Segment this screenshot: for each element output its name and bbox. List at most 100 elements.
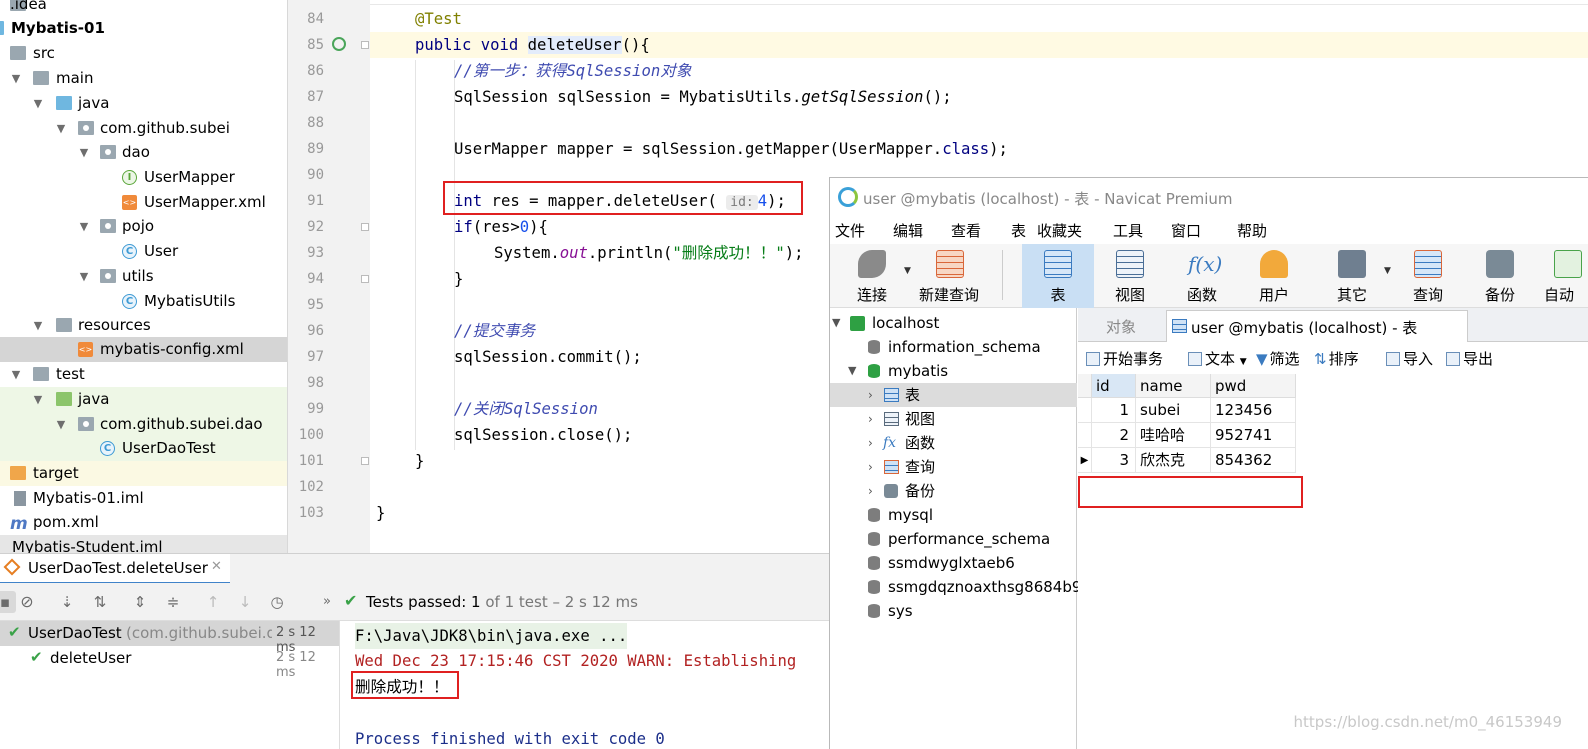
chevron-down-icon[interactable]: ▼ xyxy=(10,362,22,387)
query-button[interactable]: 查询 xyxy=(1392,244,1464,308)
arrow-up-icon[interactable]: ↑ xyxy=(202,591,224,613)
test-row-class[interactable]: ✔ UserDaoTest (com.github.subei.da 2 s 1… xyxy=(0,621,339,655)
tree-item-pom[interactable]: m pom.xml xyxy=(0,510,287,535)
function-button[interactable]: f(x) 函数 xyxy=(1166,244,1238,308)
automation-button[interactable]: 自动 xyxy=(1534,244,1588,308)
chevron-down-icon[interactable]: ▼ xyxy=(10,66,22,91)
tree-item-idea[interactable]: .idea xyxy=(0,0,287,17)
node-queries[interactable]: › 查询 xyxy=(830,455,1077,479)
node-tables[interactable]: › 表 xyxy=(830,383,1077,407)
run-tab[interactable]: UserDaoTest.deleteUser ✕ xyxy=(0,554,230,584)
tab-objects[interactable]: 对象 xyxy=(1106,316,1136,337)
cell[interactable]: subei xyxy=(1136,398,1211,423)
tab-user-table[interactable]: user @mybatis (localhost) - 表 xyxy=(1166,310,1468,342)
db-performance-schema[interactable]: performance_schema xyxy=(830,527,1077,551)
tree-item-src[interactable]: src xyxy=(0,41,287,66)
tree-item-target[interactable]: target xyxy=(0,461,287,486)
chevron-down-icon[interactable]: ▼ xyxy=(1384,266,1391,276)
chevron-down-icon[interactable]: ▼ xyxy=(55,412,67,437)
sort-alpha-icon[interactable]: ⇣ xyxy=(56,591,78,613)
column-header-id[interactable]: id xyxy=(1092,374,1136,398)
menu-file[interactable]: 文件 xyxy=(835,220,865,241)
db-sys[interactable]: sys xyxy=(830,599,1077,623)
menu-favorites[interactable]: 收藏夹 xyxy=(1037,220,1082,241)
chevron-right-icon[interactable]: › xyxy=(868,455,873,479)
cell[interactable]: 3 xyxy=(1092,448,1136,473)
collapse-all-icon[interactable]: ≑ xyxy=(162,591,184,613)
export-button[interactable]: 导出 xyxy=(1446,348,1493,369)
tree-item-pojo[interactable]: ▼ pojo xyxy=(0,214,287,239)
view-button[interactable]: 视图 xyxy=(1094,244,1166,308)
run-test-icon[interactable] xyxy=(332,37,346,51)
menu-help[interactable]: 帮助 xyxy=(1237,220,1267,241)
backup-button[interactable]: 备份 xyxy=(1464,244,1536,308)
db-ssmgdqznoaxthsg8684b9[interactable]: ssmgdqznoaxthsg8684b9 xyxy=(830,575,1081,599)
close-icon[interactable]: ✕ xyxy=(211,559,222,574)
tree-item-main[interactable]: ▼ main xyxy=(0,66,287,91)
new-query-button[interactable]: 新建查询 xyxy=(912,244,986,308)
filter-button[interactable]: ▼ 筛选 xyxy=(1256,348,1300,369)
show-ignored-icon[interactable]: ⊘ xyxy=(16,591,38,613)
menu-view[interactable]: 查看 xyxy=(951,220,981,241)
chevron-down-icon[interactable]: ▼ xyxy=(78,140,90,165)
stop-icon[interactable]: ▪ xyxy=(0,591,16,613)
chevron-down-icon[interactable]: ▼ xyxy=(55,116,67,141)
cell[interactable]: 854362 xyxy=(1211,448,1296,473)
node-views[interactable]: › 视图 xyxy=(830,407,1077,431)
tree-item-dao[interactable]: ▼ dao xyxy=(0,140,287,165)
fold-icon[interactable] xyxy=(361,457,369,465)
test-row-method[interactable]: ✔ deleteUser 2 s 12 ms xyxy=(0,646,339,680)
menu-window[interactable]: 窗口 xyxy=(1171,220,1201,241)
chevron-down-icon[interactable]: ▼ xyxy=(832,311,840,335)
cell[interactable]: 哇哈哈 xyxy=(1136,423,1211,448)
tree-item-user[interactable]: C User xyxy=(0,239,287,264)
connect-button[interactable]: 连接 xyxy=(836,244,908,308)
db-mybatis[interactable]: ▼ mybatis xyxy=(830,359,1077,383)
menu-edit[interactable]: 编辑 xyxy=(893,220,923,241)
menu-table[interactable]: 表 xyxy=(1011,220,1026,241)
text-button[interactable]: 文本 ▼ xyxy=(1188,348,1247,369)
chevron-down-icon[interactable]: ▼ xyxy=(32,91,44,116)
history-icon[interactable]: ◷ xyxy=(266,591,288,613)
cell[interactable]: 1 xyxy=(1092,398,1136,423)
menu-tools[interactable]: 工具 xyxy=(1113,220,1143,241)
tree-item-resources[interactable]: ▼ resources xyxy=(0,313,287,338)
arrow-down-icon[interactable]: ↓ xyxy=(234,591,256,613)
chevron-down-icon[interactable]: ▼ xyxy=(848,359,856,383)
fold-icon[interactable] xyxy=(361,223,369,231)
chevron-right-icon[interactable]: › xyxy=(868,383,873,407)
expand-all-icon[interactable]: ⇕ xyxy=(129,591,151,613)
chevron-down-icon[interactable]: ▼ xyxy=(904,266,911,276)
chevron-right-icon[interactable]: › xyxy=(868,479,873,503)
chevron-down-icon[interactable]: ▼ xyxy=(78,264,90,289)
db-mysql[interactable]: mysql xyxy=(830,503,1077,527)
db-ssmdwyglxtaeb6[interactable]: ssmdwyglxtaeb6 xyxy=(830,551,1077,575)
column-header-name[interactable]: name xyxy=(1136,374,1211,398)
tree-item-iml[interactable]: Mybatis-01.iml xyxy=(0,486,287,511)
chevron-right-icon[interactable]: › xyxy=(868,407,873,431)
cell[interactable]: 2 xyxy=(1092,423,1136,448)
node-backups[interactable]: › 备份 xyxy=(830,479,1077,503)
tree-item-mybatisutils[interactable]: C MybatisUtils xyxy=(0,289,287,314)
chevron-down-icon[interactable]: ▼ xyxy=(32,387,44,412)
tree-item-main-java[interactable]: ▼ java xyxy=(0,91,287,116)
begin-transaction-button[interactable]: 开始事务 xyxy=(1086,348,1163,369)
tree-item-package-subei[interactable]: ▼ com.github.subei xyxy=(0,116,287,141)
tree-item-test[interactable]: ▼ test xyxy=(0,362,287,387)
cell[interactable]: 952741 xyxy=(1211,423,1296,448)
tree-item-student-iml[interactable]: Mybatis-Student.iml xyxy=(0,535,287,553)
user-button[interactable]: 用户 xyxy=(1238,244,1310,308)
fold-icon[interactable] xyxy=(361,275,369,283)
tree-item-mybatis-config[interactable]: <> mybatis-config.xml xyxy=(0,337,287,362)
tree-item-module[interactable]: Mybatis-01 xyxy=(0,16,287,41)
chevron-down-icon[interactable]: ▼ xyxy=(78,214,90,239)
tree-item-usermapper[interactable]: I UserMapper xyxy=(0,165,287,190)
column-header-pwd[interactable]: pwd xyxy=(1211,374,1296,398)
sort-button[interactable]: ⇅ 排序 xyxy=(1314,348,1359,369)
chevron-down-icon[interactable]: ▼ xyxy=(32,313,44,338)
tree-item-test-package[interactable]: ▼ com.github.subei.dao xyxy=(0,412,287,437)
tree-item-test-java[interactable]: ▼ java xyxy=(0,387,287,412)
cell[interactable]: 123456 xyxy=(1211,398,1296,423)
table-button[interactable]: 表 xyxy=(1022,244,1094,308)
chevron-right-icon[interactable]: › xyxy=(868,431,873,455)
